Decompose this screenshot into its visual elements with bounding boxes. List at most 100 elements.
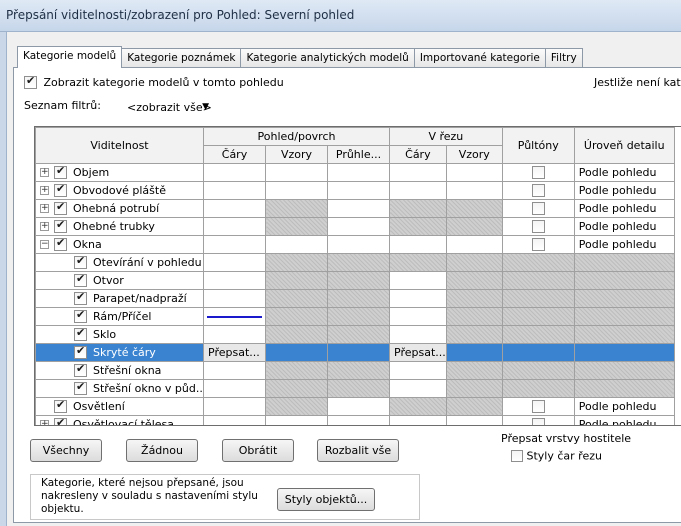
halftone-cell[interactable] bbox=[501, 163, 575, 182]
projection-lines-cell[interactable] bbox=[203, 163, 266, 182]
category-visibility-checkbox[interactable] bbox=[54, 165, 67, 179]
expand-icon[interactable]: + bbox=[40, 222, 49, 231]
detail-level-cell[interactable]: Podle pohledu bbox=[573, 217, 675, 236]
cut-line-styles-checkbox[interactable] bbox=[511, 450, 523, 462]
select-all-button[interactable]: Všechny bbox=[30, 439, 102, 462]
cut-patterns-cell[interactable] bbox=[445, 163, 503, 182]
table-row[interactable]: + Osvětlovací tělesa Podle pohledu bbox=[35, 415, 675, 425]
projection-lines-cell[interactable] bbox=[203, 325, 266, 344]
header-cut-lines[interactable]: Čáry bbox=[389, 145, 447, 164]
category-cell[interactable]: + Objem bbox=[35, 163, 204, 182]
table-row[interactable]: Otevírání v pohledu bbox=[35, 253, 675, 272]
cut-lines-cell[interactable] bbox=[389, 415, 447, 425]
tab-imported-categories[interactable]: Importované kategorie bbox=[413, 48, 546, 68]
projection-lines-cell[interactable] bbox=[203, 253, 266, 272]
projection-lines-cell[interactable] bbox=[203, 181, 266, 200]
expand-icon[interactable]: + bbox=[40, 186, 49, 195]
projection-lines-cell[interactable] bbox=[203, 289, 266, 308]
expand-icon[interactable]: + bbox=[40, 204, 49, 213]
subcategory-cell[interactable]: Parapet/nadpraží bbox=[35, 289, 204, 308]
table-row[interactable]: + Ohebné trubky Podle pohledu bbox=[35, 217, 675, 236]
table-row[interactable]: Parapet/nadpraží bbox=[35, 289, 675, 308]
table-row[interactable]: + Objem Podle pohledu bbox=[35, 163, 675, 182]
subcategory-visibility-checkbox[interactable] bbox=[74, 255, 87, 269]
invert-button[interactable]: Obrátit bbox=[222, 439, 294, 462]
cut-lines-cell[interactable] bbox=[389, 361, 447, 380]
projection-patterns-cell[interactable] bbox=[265, 163, 328, 182]
cut-lines-cell[interactable] bbox=[389, 181, 447, 200]
expand-icon[interactable]: + bbox=[40, 168, 49, 177]
projection-lines-cell[interactable] bbox=[203, 199, 266, 218]
subcategory-cell[interactable]: Rám/Příčel bbox=[35, 307, 204, 326]
cut-patterns-cell[interactable] bbox=[445, 235, 503, 254]
subcategory-cell[interactable]: Otevírání v pohledu bbox=[35, 253, 204, 272]
transparency-cell[interactable] bbox=[327, 397, 390, 416]
transparency-cell[interactable] bbox=[327, 235, 390, 254]
halftone-cell[interactable] bbox=[501, 199, 575, 218]
halftone-checkbox[interactable] bbox=[531, 400, 545, 414]
tab-model-categories[interactable]: Kategorie modelů bbox=[17, 46, 123, 68]
subcategory-cell[interactable]: Skryté čáry bbox=[35, 343, 204, 362]
cut-lines-cell[interactable] bbox=[389, 325, 447, 344]
header-halftone[interactable]: Půltóny bbox=[501, 127, 575, 164]
header-cut-patterns[interactable]: Vzory bbox=[445, 145, 503, 164]
category-visibility-checkbox[interactable] bbox=[54, 183, 67, 197]
tab-analytical-model-categories[interactable]: Kategorie analytických modelů bbox=[240, 48, 415, 68]
filter-list-dropdown[interactable]: <zobrazit vše> ▼ bbox=[120, 97, 214, 117]
category-visibility-checkbox[interactable] bbox=[54, 237, 67, 251]
cut-lines-cell[interactable] bbox=[389, 271, 447, 290]
subcategory-visibility-checkbox[interactable] bbox=[74, 327, 87, 341]
subcategory-visibility-checkbox[interactable] bbox=[74, 309, 87, 323]
table-row[interactable]: Sklo bbox=[35, 325, 675, 344]
category-visibility-checkbox[interactable] bbox=[54, 201, 67, 215]
transparency-cell[interactable] bbox=[327, 163, 390, 182]
table-row[interactable]: + Ohebná potrubí Podle pohledu bbox=[35, 199, 675, 218]
category-cell[interactable]: + Obvodové pláště bbox=[35, 181, 204, 200]
category-cell[interactable]: + Ohebná potrubí bbox=[35, 199, 204, 218]
transparency-cell[interactable] bbox=[327, 199, 390, 218]
projection-lines-cell[interactable] bbox=[203, 361, 266, 380]
cut-lines-cell[interactable] bbox=[389, 307, 447, 326]
subcategory-cell[interactable]: Střešní okno v půd... bbox=[35, 379, 204, 398]
projection-lines-cell[interactable] bbox=[203, 235, 266, 254]
cut-lines-cell[interactable] bbox=[389, 379, 447, 398]
subcategory-visibility-checkbox[interactable] bbox=[74, 345, 87, 359]
projection-lines-cell[interactable] bbox=[203, 397, 266, 416]
subcategory-visibility-checkbox[interactable] bbox=[74, 363, 87, 377]
projection-lines-override-button[interactable]: Přepsat... bbox=[203, 343, 266, 362]
cut-lines-override-button[interactable]: Přepsat... bbox=[389, 343, 447, 362]
cut-patterns-cell[interactable] bbox=[445, 181, 503, 200]
subcategory-cell[interactable]: Otvor bbox=[35, 271, 204, 290]
category-visibility-checkbox[interactable] bbox=[54, 417, 67, 425]
subcategory-cell[interactable]: Střešní okna bbox=[35, 361, 204, 380]
projection-lines-cell[interactable] bbox=[203, 271, 266, 290]
cut-lines-cell[interactable] bbox=[389, 289, 447, 308]
tab-filters[interactable]: Filtry bbox=[544, 48, 583, 68]
halftone-checkbox[interactable] bbox=[531, 202, 545, 216]
projection-lines-cell[interactable] bbox=[203, 217, 266, 236]
projection-patterns-cell[interactable] bbox=[265, 235, 328, 254]
category-cell[interactable]: − Okna bbox=[35, 235, 204, 254]
cut-patterns-cell[interactable] bbox=[445, 415, 503, 425]
category-visibility-checkbox[interactable] bbox=[54, 399, 67, 413]
halftone-cell[interactable] bbox=[501, 217, 575, 236]
halftone-checkbox[interactable] bbox=[531, 238, 545, 252]
halftone-cell[interactable] bbox=[501, 415, 575, 425]
expand-icon[interactable]: + bbox=[40, 420, 49, 425]
table-row[interactable]: Střešní okno v půd... bbox=[35, 379, 675, 398]
select-none-button[interactable]: Žádnou bbox=[126, 439, 198, 462]
detail-level-cell[interactable]: Podle pohledu bbox=[573, 181, 675, 200]
detail-level-cell[interactable]: Podle pohledu bbox=[573, 235, 675, 254]
projection-patterns-cell[interactable] bbox=[265, 181, 328, 200]
header-visibility[interactable]: Viditelnost bbox=[35, 127, 204, 164]
tab-annotation-categories[interactable]: Kategorie poznámek bbox=[121, 48, 242, 68]
transparency-cell[interactable] bbox=[327, 415, 390, 425]
header-detail-level[interactable]: Úroveň detailu bbox=[573, 127, 675, 164]
collapse-icon[interactable]: − bbox=[40, 240, 49, 249]
cut-line-styles-option[interactable]: Styly čar řezu bbox=[511, 449, 602, 463]
table-row[interactable]: + Obvodové pláště Podle pohledu bbox=[35, 181, 675, 200]
halftone-checkbox[interactable] bbox=[531, 166, 545, 180]
projection-lines-cell[interactable] bbox=[203, 307, 266, 326]
transparency-cell[interactable] bbox=[327, 217, 390, 236]
halftone-checkbox[interactable] bbox=[531, 184, 545, 198]
